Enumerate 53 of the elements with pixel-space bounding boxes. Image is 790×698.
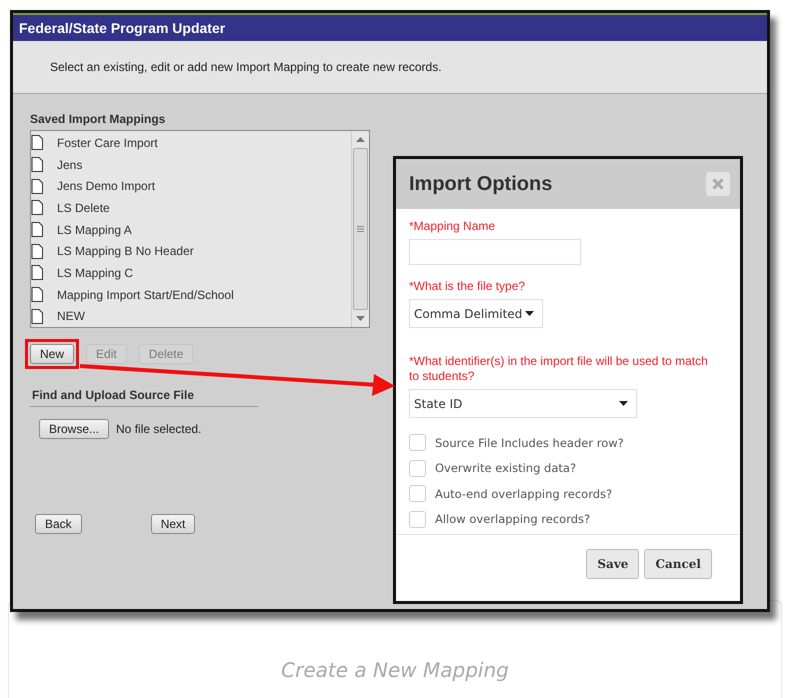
- new-button[interactable]: New: [30, 344, 74, 364]
- document-icon: [31, 157, 43, 172]
- scroll-thumb[interactable]: [353, 148, 368, 310]
- dropdown[interactable]: State ID: [409, 389, 637, 418]
- close-button[interactable]: [706, 172, 730, 196]
- list-item[interactable]: LS Mapping A: [31, 218, 351, 240]
- list-item[interactable]: LS Mapping B No Header: [31, 240, 351, 262]
- document-icon: [31, 200, 43, 216]
- section-heading: Find and Upload Source File: [30, 388, 258, 407]
- next-button[interactable]: Next: [150, 514, 196, 534]
- save-button[interactable]: Save: [586, 549, 640, 579]
- checkbox[interactable]: [409, 485, 426, 502]
- list-item[interactable]: LS Mapping C: [31, 262, 351, 284]
- caret-icon[interactable]: [525, 311, 534, 316]
- checkbox[interactable]: [409, 510, 426, 528]
- document-icon: [31, 287, 43, 302]
- image-caption: Create a New Mapping: [280, 658, 510, 682]
- list-item[interactable]: Foster Care Import: [31, 132, 351, 154]
- scrollbar[interactable]: [351, 131, 369, 327]
- checkbox-label: Auto-end overlapping records?: [435, 486, 612, 501]
- document-icon: [31, 135, 43, 150]
- checkbox-label: Overwrite existing data?: [435, 461, 576, 476]
- checkbox-label: Allow overlapping records?: [435, 512, 590, 526]
- document-icon: [31, 265, 43, 280]
- field-label: *What identifier(s) in the import file will be used to match to students?: [409, 354, 709, 384]
- dialog-title: Import Options: [409, 172, 552, 196]
- document-icon: [31, 244, 43, 259]
- mapping-name-field[interactable]: [409, 239, 581, 265]
- list-item[interactable]: LS Delete: [31, 197, 351, 219]
- window-title: Federal/State Program Updater: [13, 13, 767, 41]
- field-label: *What is the file type?: [409, 279, 526, 294]
- checkbox-label: Source File Includes header row?: [435, 436, 624, 450]
- dropdown[interactable]: Comma Delimited: [409, 299, 544, 328]
- section-heading: Saved Import Mappings: [30, 112, 166, 126]
- list-item[interactable]: Mapping Import Start/End/School: [31, 284, 351, 306]
- scroll-up-icon[interactable]: [356, 136, 365, 142]
- file-status: No file selected.: [116, 422, 202, 436]
- browse-button[interactable]: Browse...: [39, 419, 110, 439]
- list-item[interactable]: Jens: [31, 154, 351, 176]
- document-icon: [31, 222, 43, 238]
- close-icon[interactable]: [712, 178, 724, 190]
- checkbox[interactable]: [409, 460, 426, 477]
- cancel-button[interactable]: Cancel: [644, 549, 712, 579]
- document-icon: [31, 178, 43, 194]
- list-item[interactable]: NEW: [31, 305, 351, 328]
- document-icon: [31, 308, 43, 324]
- caret-icon[interactable]: [619, 401, 628, 406]
- list-item[interactable]: Jens Demo Import: [31, 175, 351, 198]
- instruction-text: Select an existing, edit or add new Import Mapping to create new records.: [13, 41, 767, 94]
- field-label: *Mapping Name: [409, 219, 496, 234]
- back-button[interactable]: Back: [35, 514, 82, 534]
- scroll-down-icon[interactable]: [356, 316, 365, 322]
- checkbox[interactable]: [409, 434, 426, 452]
